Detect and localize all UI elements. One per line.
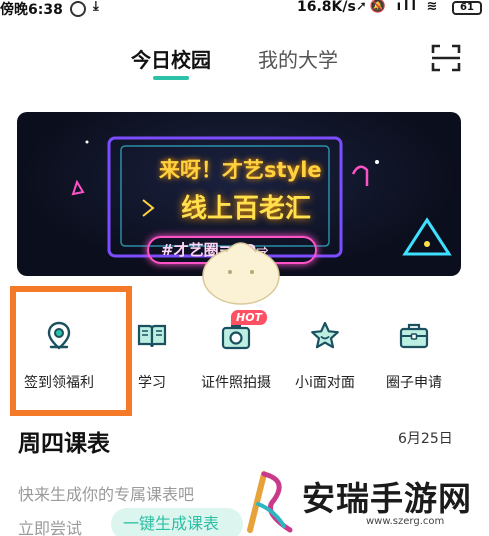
- generate-schedule-button[interactable]: 一键生成课表: [111, 508, 243, 536]
- watermark-url: www.szerg.com: [366, 516, 445, 527]
- banner-headline: 来呀！才艺style: [159, 158, 322, 182]
- feature-label: 小i面对面: [295, 375, 355, 391]
- status-time: 傍晚6:38: [0, 2, 63, 18]
- feature-circle-apply[interactable]: 圈子申请: [374, 316, 454, 396]
- mascot-icon: [202, 242, 280, 305]
- scan-icon[interactable]: [431, 44, 461, 72]
- watermark: 安瑞手游网 www.szerg.com: [244, 468, 489, 536]
- schedule-date: 6月25日: [398, 431, 453, 447]
- feature-label: 圈子申请: [386, 375, 442, 391]
- try-now-link[interactable]: 立即尝试: [18, 515, 82, 536]
- feature-label: 证件照拍摄: [201, 375, 271, 391]
- highlight-box: [10, 286, 132, 416]
- status-bar: 傍晚6:38 ⤓ 16.8K/s ➚🔕 ıll ≋ 61: [0, 0, 489, 18]
- tab-today-campus[interactable]: 今日校园: [131, 44, 211, 73]
- banner-subheadline: 线上百老汇: [181, 194, 312, 224]
- star-icon: [311, 321, 339, 349]
- download-icon: ⤓: [93, 0, 99, 14]
- battery-icon: 61: [452, 1, 482, 15]
- active-tab-indicator: [153, 76, 189, 80]
- signal-wifi-icons: ➚🔕 ıll ≋: [356, 0, 441, 14]
- schedule-title: 周四课表: [18, 431, 110, 457]
- app-notification-icon: [70, 1, 86, 17]
- network-speed: 16.8K/s: [297, 0, 356, 15]
- hot-badge: HOT: [231, 310, 268, 325]
- watermark-logo-icon: [247, 471, 293, 533]
- watermark-name: 安瑞手游网: [302, 479, 472, 518]
- tab-my-university[interactable]: 我的大学: [258, 44, 338, 73]
- schedule-hint: 快来生成你的专属课表吧: [18, 485, 195, 504]
- feature-face-to-face[interactable]: 小i面对面: [285, 316, 365, 396]
- briefcase-icon: [399, 323, 429, 349]
- feature-id-photo[interactable]: 证件照拍摄: [196, 316, 276, 396]
- book-icon: [137, 324, 167, 348]
